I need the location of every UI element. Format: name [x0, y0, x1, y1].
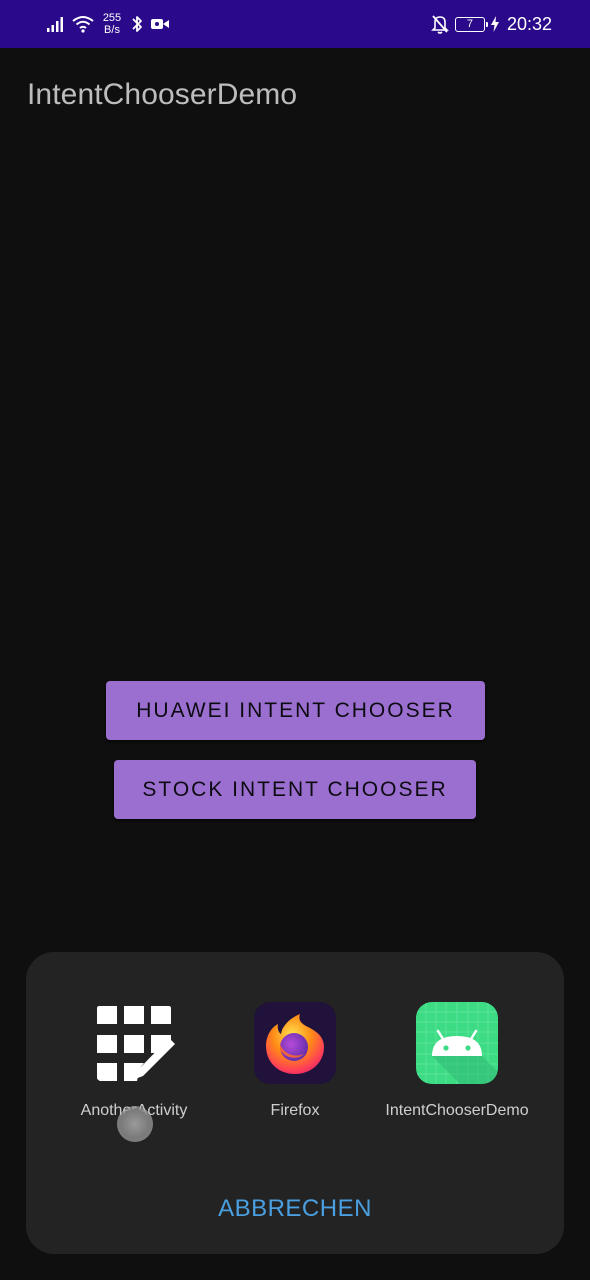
- mute-bell-icon: [431, 15, 449, 34]
- wifi-icon: [72, 16, 94, 33]
- status-bar-left: 255 B/s: [46, 10, 170, 38]
- android-icon: [416, 1002, 498, 1084]
- chooser-app-label: Firefox: [270, 1102, 320, 1119]
- chooser-app-intent-chooser-demo[interactable]: IntentChooserDemo: [377, 1002, 537, 1120]
- network-speed-value: 255: [102, 12, 122, 24]
- status-bar: 255 B/s 7 20:32: [0, 0, 590, 48]
- another-activity-icon: [93, 1002, 175, 1084]
- network-speed: 255 B/s: [100, 12, 124, 36]
- huawei-intent-chooser-button[interactable]: HUAWEI INTENT CHOOSER: [106, 681, 485, 740]
- clock: 20:32: [506, 13, 552, 34]
- stock-intent-chooser-button[interactable]: STOCK INTENT CHOOSER: [114, 760, 476, 819]
- signal-icon: [47, 17, 63, 32]
- charging-icon: [490, 16, 499, 32]
- network-speed-unit: B/s: [104, 24, 120, 36]
- app-title: IntentChooserDemo: [27, 78, 298, 111]
- intent-chooser-sheet: AnotherActivity: [26, 952, 564, 1254]
- video-recording-icon: [151, 19, 169, 29]
- status-bar-right: 7 20:32: [431, 10, 552, 38]
- touch-indicator: [117, 1106, 153, 1142]
- battery-icon: 7: [454, 16, 488, 32]
- chooser-app-firefox[interactable]: Firefox: [215, 1002, 375, 1120]
- cancel-button[interactable]: ABBRECHEN: [26, 1195, 564, 1223]
- chooser-app-another-activity[interactable]: AnotherActivity: [54, 1002, 214, 1120]
- battery-level: 7: [466, 18, 474, 30]
- firefox-icon: [254, 1002, 336, 1084]
- bluetooth-icon: [132, 16, 142, 32]
- chooser-app-label: IntentChooserDemo: [385, 1102, 529, 1119]
